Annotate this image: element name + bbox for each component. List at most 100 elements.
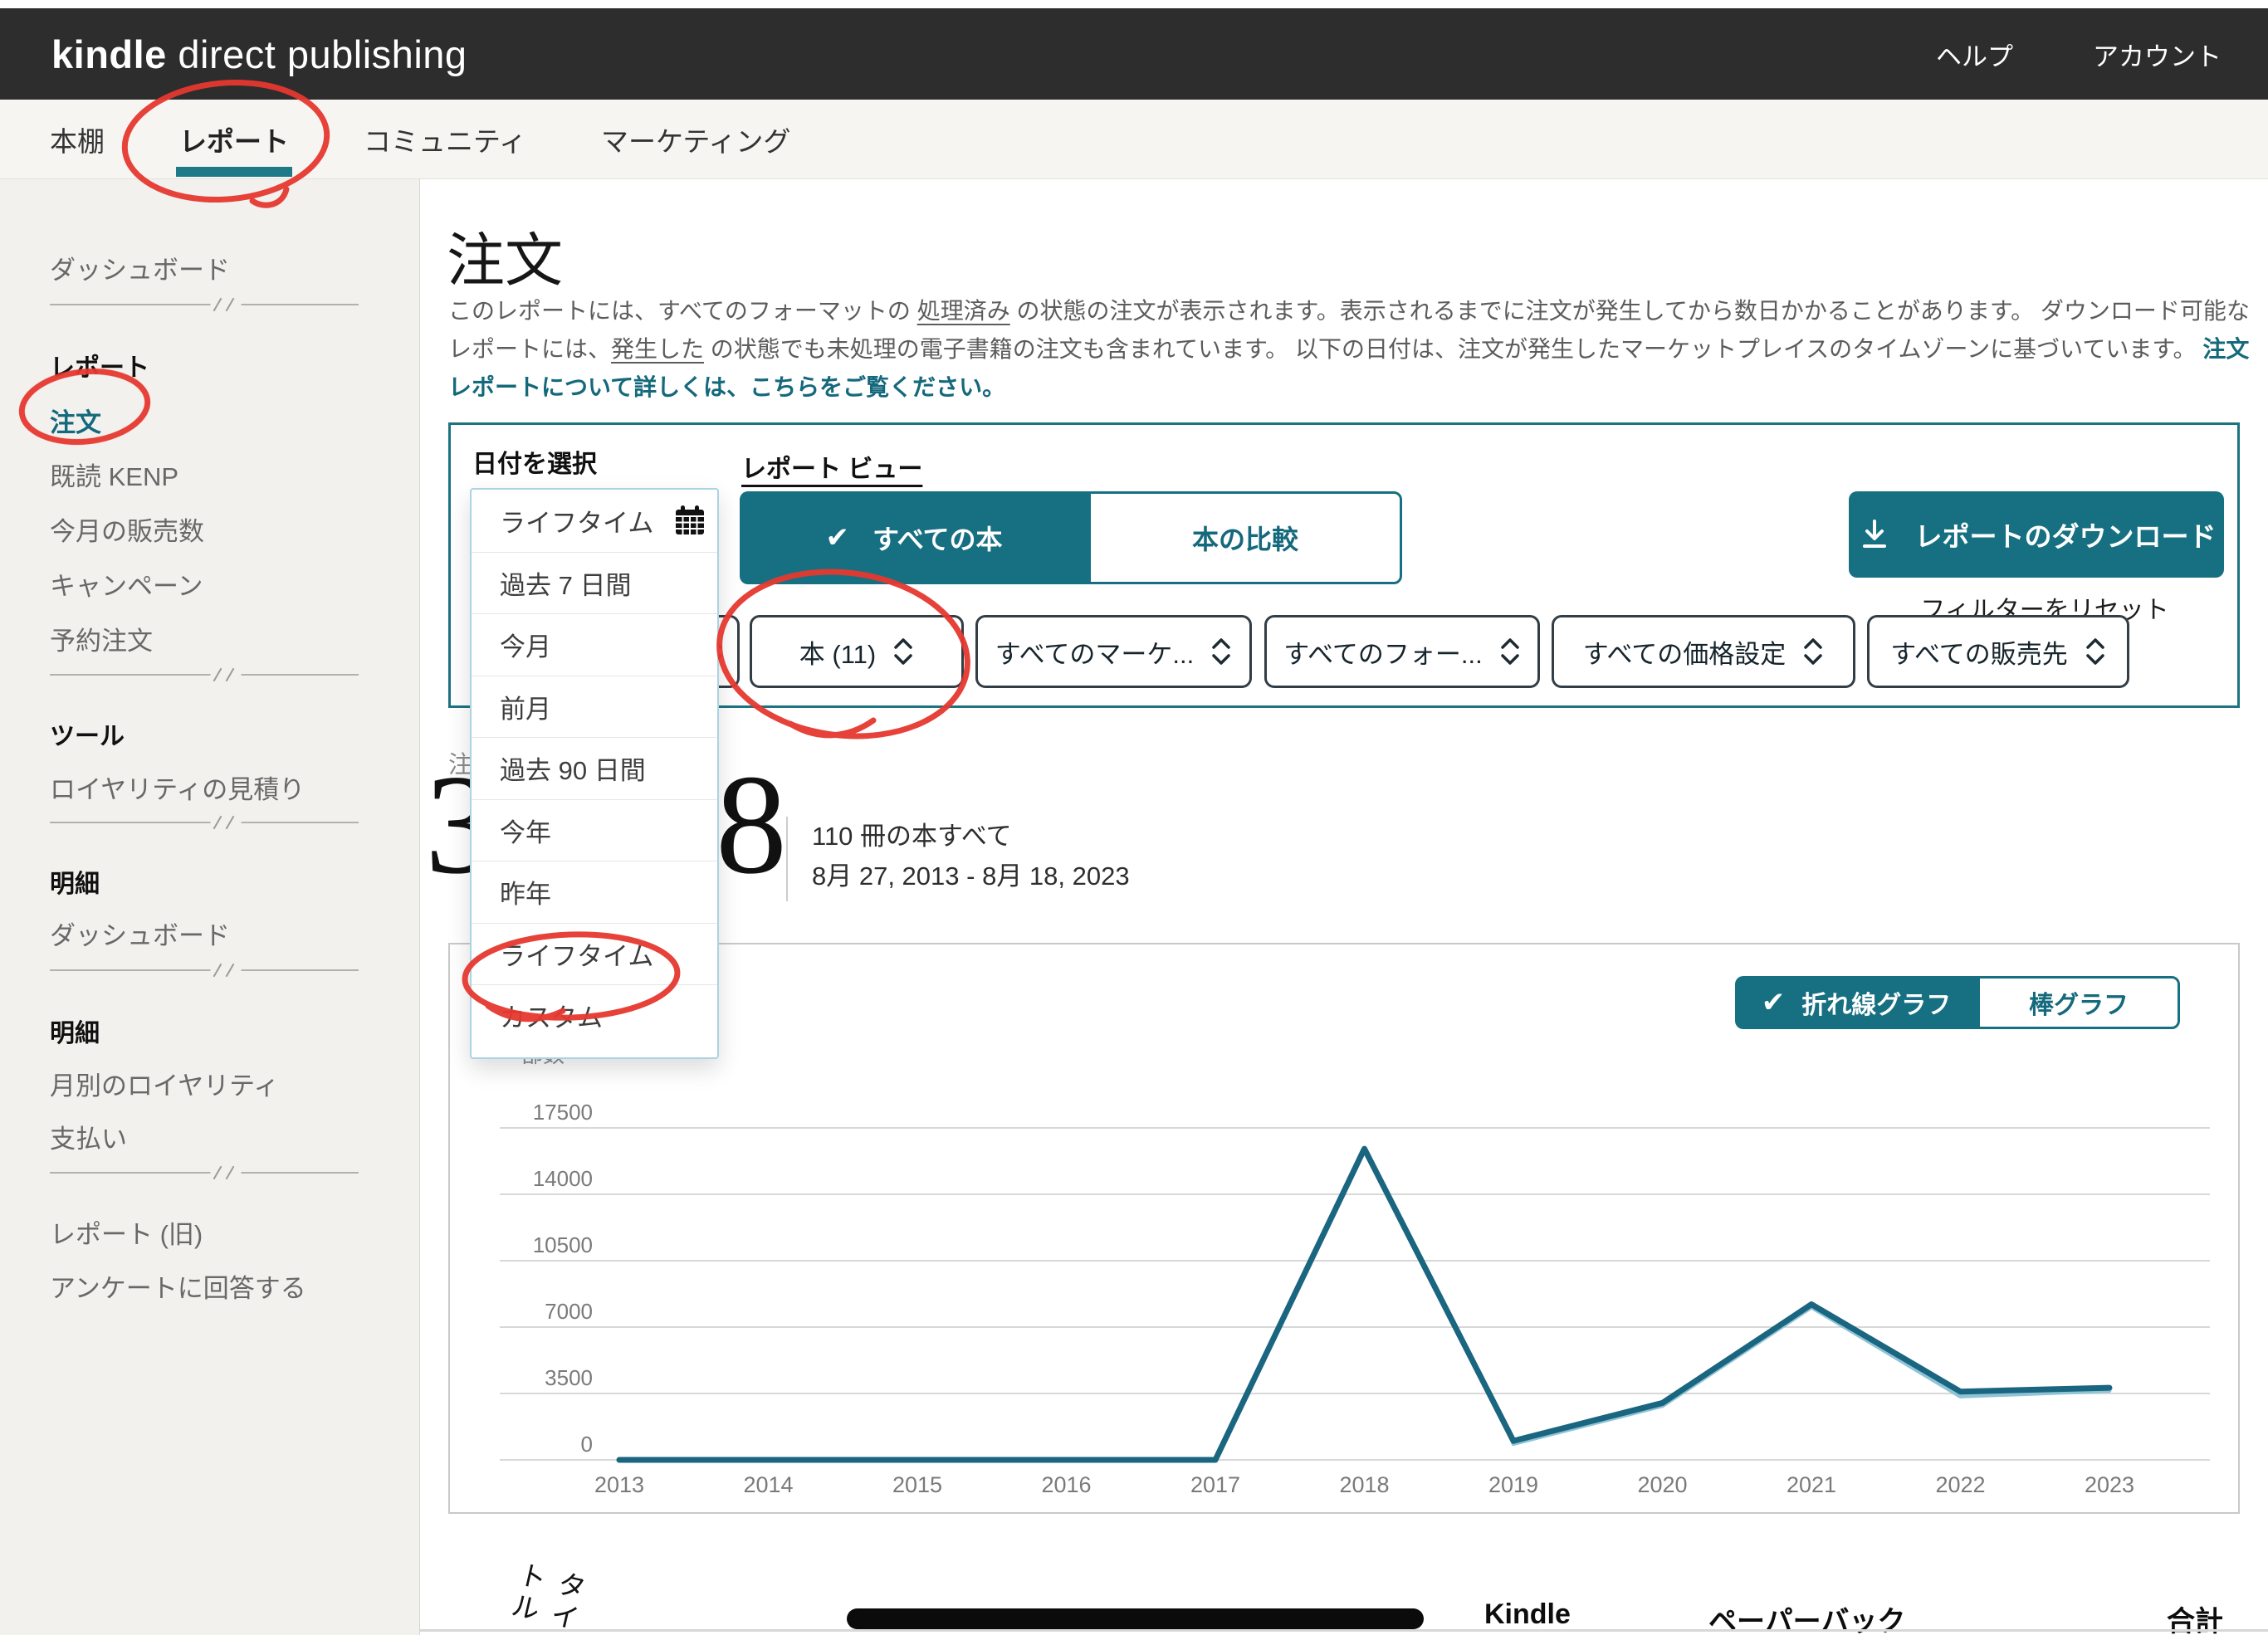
x-tick-label: 2022: [1935, 1472, 1985, 1497]
total-units-last-digit: 8: [716, 754, 787, 896]
calendar-icon: [673, 504, 706, 537]
date-option-label: ライフタイム: [500, 502, 653, 539]
sidebar-item-reports-old[interactable]: レポート (旧): [50, 1213, 203, 1251]
download-report-button[interactable]: レポートのダウンロード: [1849, 491, 2224, 578]
help-link[interactable]: ヘルプ: [1936, 36, 2013, 73]
x-tick-label: 2021: [1787, 1472, 1836, 1497]
sidebar-divider: [50, 304, 359, 305]
books-scope-text: 110 冊の本すべて: [812, 815, 1012, 852]
date-range-text: 8月 27, 2013 - 8月 18, 2023: [812, 855, 1130, 892]
logo-kindle: kindle: [51, 32, 167, 76]
sidebar-item-statements-dashboard[interactable]: ダッシュボード: [50, 915, 230, 952]
chevron-updown-icon: [892, 634, 914, 669]
download-report-label: レポートのダウンロード: [1915, 515, 2217, 554]
sidebar-divider: [50, 822, 359, 823]
chart-line: [619, 1149, 2109, 1460]
filter-books-select[interactable]: 本 (11): [750, 615, 964, 688]
account-link[interactable]: アカウント: [2093, 36, 2222, 73]
x-tick-label: 2015: [892, 1472, 942, 1497]
date-option-this-year[interactable]: 今年: [472, 799, 717, 861]
sidebar-item-survey[interactable]: アンケートに回答する: [50, 1267, 306, 1305]
sidebar-item-dashboard[interactable]: ダッシュボード: [50, 249, 230, 286]
reports-sidebar: ダッシュボード レポート 注文 既読 KENP 今月の販売数 キャンペーン 予約…: [0, 179, 420, 1635]
date-option-last-90-days[interactable]: 過去 90 日間: [472, 737, 717, 799]
shipped-link[interactable]: 発生した: [611, 336, 704, 362]
annotation-tail-books-filter: [790, 720, 873, 735]
filter-saleschannel-select[interactable]: すべての販売先: [1867, 615, 2129, 688]
date-option-last-month[interactable]: 前月: [472, 676, 717, 738]
description-text-3: の状態でも未処理の電子書籍の注文も含まれています。 以下の日付は、注文が発生した…: [704, 336, 2202, 362]
chevron-updown-icon: [2085, 634, 2106, 669]
table-header-underline: [420, 1629, 2268, 1632]
tab-bookshelf[interactable]: 本棚: [50, 100, 105, 179]
report-view-label: レポート ビュー: [741, 448, 922, 485]
sidebar-divider: [50, 969, 359, 971]
chevron-updown-icon: [1499, 634, 1521, 669]
line-chart-segment[interactable]: ✔折れ線グラフ: [1735, 976, 1977, 1029]
kdp-logo[interactable]: kindle direct publishing: [51, 32, 467, 77]
y-tick-label: 7000: [545, 1299, 593, 1324]
page-description: このレポートには、すべてのフォーマットの 処理済み の状態の注文が表示されます。…: [448, 292, 2251, 407]
x-tick-label: 2018: [1339, 1472, 1389, 1497]
sidebar-divider: [50, 1172, 359, 1174]
check-icon: ✔: [1762, 988, 1786, 1017]
sidebar-divider: [50, 674, 359, 676]
app-header: kindle direct publishing ヘルプ アカウント: [0, 8, 2268, 100]
sidebar-header-statements-1: 明細: [50, 863, 100, 900]
sidebar-header-reports: レポート: [50, 347, 149, 383]
date-option-this-month[interactable]: 今月: [472, 613, 717, 676]
y-tick-label: 14000: [533, 1166, 593, 1191]
sidebar-header-statements-2: 明細: [50, 1013, 100, 1049]
x-tick-label: 2019: [1488, 1472, 1538, 1497]
kdp-reports-screen: kindle direct publishing ヘルプ アカウント 本棚 レポ…: [0, 0, 2268, 1635]
chevron-updown-icon: [1210, 634, 1232, 669]
table-header-title-rotated: タイトル: [498, 1557, 593, 1635]
x-tick-label: 2017: [1190, 1472, 1240, 1497]
filter-pricing-select[interactable]: すべての価格設定: [1552, 615, 1855, 688]
chart-type-toggle: ✔折れ線グラフ 棒グラフ: [1735, 976, 2180, 1029]
x-tick-label: 2023: [2085, 1472, 2134, 1497]
date-option-custom[interactable]: カスタム: [472, 984, 717, 1047]
summary-divider: [786, 817, 788, 901]
main-nav: 本棚 レポート コミュニティ マーケティング: [0, 100, 2268, 179]
y-tick-label: 17500: [533, 1100, 593, 1125]
check-icon: ✔: [826, 524, 850, 552]
all-books-label: すべての本: [872, 519, 1002, 557]
x-tick-label: 2016: [1041, 1472, 1091, 1497]
filter-marketplace-label: すべてのマーケ...: [995, 633, 1194, 671]
sidebar-item-monthly-royalties[interactable]: 月別のロイヤリティ: [50, 1065, 279, 1102]
filter-saleschannel-label: すべての販売先: [1890, 633, 2068, 671]
header-links: ヘルプ アカウント: [1936, 8, 2222, 100]
processed-link[interactable]: 処理済み: [917, 298, 1010, 324]
filter-marketplace-select[interactable]: すべてのマーケ...: [975, 615, 1252, 688]
report-view-toggle: ✔ すべての本 本の比較: [740, 491, 1402, 584]
sidebar-item-payments[interactable]: 支払い: [50, 1118, 127, 1155]
bar-chart-segment[interactable]: 棒グラフ: [1977, 976, 2180, 1029]
sidebar-item-campaigns[interactable]: キャンペーン: [50, 565, 203, 603]
date-option-lifetime-current[interactable]: ライフタイム: [472, 490, 717, 552]
filter-format-select[interactable]: すべてのフォー...: [1264, 615, 1540, 688]
filter-format-label: すべてのフォー...: [1283, 633, 1482, 671]
all-books-segment[interactable]: ✔ すべての本: [740, 491, 1088, 584]
sidebar-item-month-sales[interactable]: 今月の販売数: [50, 510, 204, 548]
sidebar-item-orders[interactable]: 注文: [50, 402, 101, 439]
date-option-last-year[interactable]: 昨年: [472, 861, 717, 923]
date-select-dropdown: ライフタイム 過去 7 日間 今月 前月 過去 90 日間 今年 昨年 ライフタ…: [470, 488, 719, 1059]
sidebar-item-kenp-read[interactable]: 既読 KENP: [50, 456, 178, 493]
compare-books-label: 本の比較: [1192, 519, 1298, 557]
table-header-kindle: Kindle: [1484, 1598, 1571, 1631]
chevron-updown-icon: [1802, 634, 1824, 669]
download-icon: [1857, 517, 1892, 552]
date-option-lifetime[interactable]: ライフタイム: [472, 923, 717, 985]
table-scrollbar-thumb[interactable]: [847, 1608, 1424, 1629]
sidebar-header-tools: ツール: [50, 715, 125, 752]
tab-marketing[interactable]: マーケティング: [601, 100, 790, 179]
date-option-last-7-days[interactable]: 過去 7 日間: [472, 552, 717, 614]
filter-books-label: 本 (11): [799, 633, 876, 671]
sidebar-item-royalty-estimator[interactable]: ロイヤリティの見積り: [50, 769, 305, 806]
tab-reports[interactable]: レポート: [179, 100, 289, 179]
sidebar-item-preorders[interactable]: 予約注文: [50, 620, 153, 657]
compare-books-segment[interactable]: 本の比較: [1088, 491, 1402, 584]
filter-pricing-label: すべての価格設定: [1583, 633, 1787, 671]
tab-community[interactable]: コミュニティ: [364, 100, 526, 179]
